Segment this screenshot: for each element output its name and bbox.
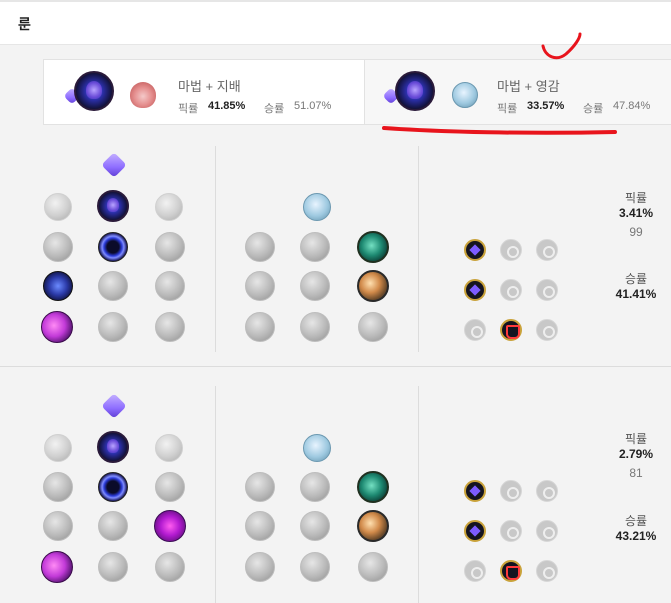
win-rate-value: 43.21% (615, 529, 657, 543)
keystone-icon (74, 71, 114, 111)
rune-option-icon (43, 232, 73, 262)
rune-option-icon (155, 552, 185, 582)
rune-option-icon (155, 271, 185, 301)
rune-option-icon (98, 271, 128, 301)
magic-resist-shard-icon (536, 319, 558, 341)
rune-option-icon (155, 232, 185, 262)
rune-option-icon (300, 552, 330, 582)
pick-rate-label: 픽률 (497, 103, 518, 115)
scorch-icon (41, 551, 73, 583)
rune-option-icon (43, 511, 73, 541)
divider (215, 146, 216, 352)
rune-option-icon (245, 472, 275, 502)
win-rate-value: 47.84% (613, 100, 651, 112)
inspiration-path-icon (303, 193, 331, 221)
inspiration-icon (452, 82, 478, 108)
adaptive-force-shard-icon (464, 480, 486, 502)
keystone-option-icon (44, 193, 72, 221)
win-rate-label: 승률 (624, 272, 648, 286)
adaptive-force-shard-icon (464, 520, 486, 542)
pick-rate-value: 3.41% (618, 206, 654, 220)
summon-aery-icon (97, 190, 129, 222)
magic-resist-shard-icon (536, 560, 558, 582)
win-rate-value: 51.07% (294, 100, 332, 112)
divider (215, 386, 216, 603)
rune-option-icon (155, 312, 185, 342)
adaptive-force-shard-icon (464, 239, 486, 261)
health-shard-icon (464, 560, 486, 582)
pick-rate-label: 픽률 (624, 432, 648, 446)
rune-option-icon (245, 232, 275, 262)
scorch-icon (41, 311, 73, 343)
tab-sorcery-domination[interactable]: 마법 + 지배 픽률 41.85% 승률 51.07% (43, 59, 365, 125)
armor-shard-icon (500, 520, 522, 542)
attack-speed-shard-icon (500, 239, 522, 261)
rune-option-icon (300, 232, 330, 262)
win-rate-label: 승률 (624, 514, 648, 528)
rune-option-icon (358, 312, 388, 342)
ability-haste-shard-icon (536, 480, 558, 502)
rune-option-icon (300, 511, 330, 541)
cosmic-insight-icon (357, 231, 389, 263)
rune-option-icon (98, 552, 128, 582)
section-title: 룬 (18, 16, 31, 32)
rune-option-icon (358, 552, 388, 582)
tab-sorcery-inspiration[interactable]: 마법 + 영감 픽률 33.57% 승률 47.84% (365, 59, 671, 125)
armor-shard-icon (500, 279, 522, 301)
rune-option-icon (98, 511, 128, 541)
gathering-storm-icon (154, 510, 186, 542)
tab-title: 마법 + 지배 (178, 79, 241, 94)
tab-title: 마법 + 영감 (497, 79, 560, 94)
sorcery-path-icon (101, 152, 127, 178)
win-rate-value: 41.41% (615, 287, 657, 301)
manaflow-band-icon (98, 472, 128, 502)
pick-rate-value: 33.57% (527, 100, 565, 112)
magic-resist-shard-icon (536, 520, 558, 542)
rune-option-icon (155, 472, 185, 502)
rune-option-icon (245, 511, 275, 541)
ability-haste-shard-icon (536, 239, 558, 261)
summon-aery-icon (97, 431, 129, 463)
biscuit-delivery-icon (357, 270, 389, 302)
win-rate-label: 승률 (583, 103, 604, 115)
attack-speed-shard-icon (500, 480, 522, 502)
pick-rate-value: 41.85% (208, 100, 246, 112)
biscuit-delivery-icon (357, 510, 389, 542)
divider (418, 146, 419, 352)
transcendence-icon (43, 271, 73, 301)
games-count: 99 (629, 225, 643, 239)
rune-option-icon (98, 312, 128, 342)
keystone-icon (395, 71, 435, 111)
armor-shard-icon (500, 560, 522, 582)
pick-rate-value: 2.79% (618, 447, 654, 461)
armor-shard-icon (500, 319, 522, 341)
keystone-option-icon (155, 434, 183, 462)
rune-option-icon (300, 312, 330, 342)
rune-option-icon (43, 472, 73, 502)
manaflow-band-icon (98, 232, 128, 262)
rune-option-icon (245, 552, 275, 582)
games-count: 81 (629, 466, 643, 480)
inspiration-path-icon (303, 434, 331, 462)
win-rate-label: 승률 (264, 103, 285, 115)
domination-icon (130, 82, 156, 108)
keystone-option-icon (155, 193, 183, 221)
sorcery-path-icon (101, 393, 127, 419)
rune-option-icon (245, 271, 275, 301)
rune-option-icon (300, 472, 330, 502)
magic-resist-shard-icon (536, 279, 558, 301)
pick-rate-label: 픽률 (178, 103, 199, 115)
rune-option-icon (300, 271, 330, 301)
rune-page: 룬 마법 + 지배 픽률 41.85% 승률 51.07% 마법 + 영감 픽률… (0, 0, 671, 603)
divider (418, 386, 419, 603)
rune-tab-bar: 마법 + 지배 픽률 41.85% 승률 51.07% 마법 + 영감 픽률 3… (43, 59, 671, 126)
cosmic-insight-icon (357, 471, 389, 503)
adaptive-force-shard-icon (464, 279, 486, 301)
health-shard-icon (464, 319, 486, 341)
build-separator (0, 366, 671, 367)
keystone-option-icon (44, 434, 72, 462)
rune-option-icon (245, 312, 275, 342)
section-header: 룬 (0, 0, 671, 45)
pick-rate-label: 픽률 (624, 191, 648, 205)
